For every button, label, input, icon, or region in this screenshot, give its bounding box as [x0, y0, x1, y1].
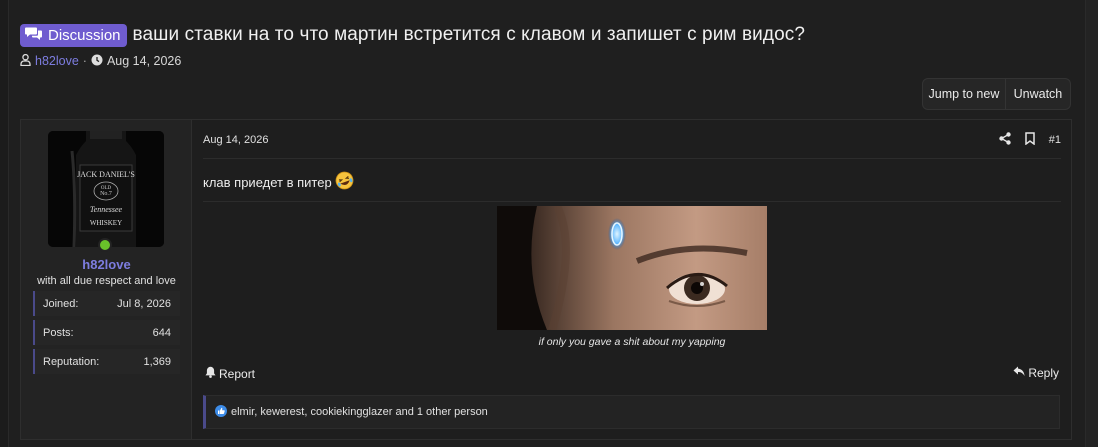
header-divider [203, 158, 1061, 159]
message-main-column: Aug 14, 2026 #1 клав приедет в питер if … [193, 120, 1071, 439]
discussion-icon [25, 26, 43, 45]
stat-label: Posts: [43, 326, 74, 339]
message-username[interactable]: h82love [21, 257, 192, 272]
share-icon[interactable] [999, 132, 1011, 148]
post-number-link[interactable]: #1 [1049, 134, 1061, 146]
post-date[interactable]: Aug 14, 2026 [203, 134, 268, 146]
stat-label: Joined: [43, 297, 79, 310]
stat-value: 1,369 [143, 355, 171, 368]
unwatch-button[interactable]: Unwatch [1006, 79, 1070, 109]
post-body: клав приедет в питер [203, 171, 354, 193]
body-divider [203, 201, 1061, 202]
post-message: JACK DANIEL'S OLD No.7 Tennessee WHISKEY… [20, 119, 1072, 440]
post-image[interactable] [497, 206, 767, 330]
stat-posts: Posts: 644 [33, 320, 180, 345]
reply-link[interactable]: Reply [1013, 366, 1059, 380]
user-title: with all due respect and love [37, 275, 176, 287]
user-icon [20, 53, 31, 69]
stat-value: Jul 8, 2026 [117, 297, 171, 310]
prefix-badge[interactable]: Discussion [20, 23, 127, 47]
online-status-indicator [98, 238, 112, 252]
like-icon [215, 404, 227, 420]
report-label: Report [219, 366, 256, 381]
stat-label: Reputation: [43, 355, 100, 368]
reply-icon [1013, 366, 1025, 380]
laughing-emoji-icon [335, 171, 354, 193]
svg-text:JACK DANIEL'S: JACK DANIEL'S [77, 170, 135, 179]
stat-reputation: Reputation: 1,369 [33, 349, 180, 374]
post-text: клав приедет в питер [203, 174, 332, 190]
page-title: ваши ставки на то что мартин встретится … [132, 24, 806, 45]
bell-icon [205, 366, 216, 381]
jump-to-new-button[interactable]: Jump to new [923, 79, 1006, 109]
clock-icon [91, 54, 103, 69]
prefix-label: Discussion [48, 26, 121, 44]
thread-author-link[interactable]: h82love [35, 54, 79, 68]
post-actions: #1 [999, 132, 1061, 148]
bookmark-icon[interactable] [1025, 132, 1035, 148]
stat-joined: Joined: Jul 8, 2026 [33, 291, 180, 316]
report-link[interactable]: Report [205, 366, 255, 381]
thread-button-group: Jump to new Unwatch [922, 78, 1071, 110]
meta-separator: · [82, 54, 87, 68]
svg-text:WHISKEY: WHISKEY [90, 219, 122, 227]
message-user-column: JACK DANIEL'S OLD No.7 Tennessee WHISKEY… [21, 120, 192, 439]
thread-date[interactable]: Aug 14, 2026 [107, 54, 181, 68]
svg-text:Tennessee: Tennessee [90, 205, 123, 214]
image-caption: if only you gave a shit about my yapping [538, 336, 726, 348]
stat-value: 644 [152, 326, 171, 339]
face-closeup-image [497, 206, 767, 330]
reactions-list[interactable]: elmir, kewerest, cookiekingglazer and 1 … [231, 406, 488, 418]
thread-meta: h82love · Aug 14, 2026 [20, 53, 181, 69]
reply-label: Reply [1028, 366, 1059, 380]
svg-text:No.7: No.7 [100, 191, 112, 197]
avatar-image: JACK DANIEL'S OLD No.7 Tennessee WHISKEY [48, 131, 164, 247]
reactions-bar[interactable]: elmir, kewerest, cookiekingglazer and 1 … [203, 395, 1060, 429]
avatar[interactable]: JACK DANIEL'S OLD No.7 Tennessee WHISKEY [48, 131, 164, 247]
thread-title: Discussion ваши ставки на то что мартин … [20, 23, 805, 47]
scrollbar-track[interactable] [1086, 0, 1098, 447]
